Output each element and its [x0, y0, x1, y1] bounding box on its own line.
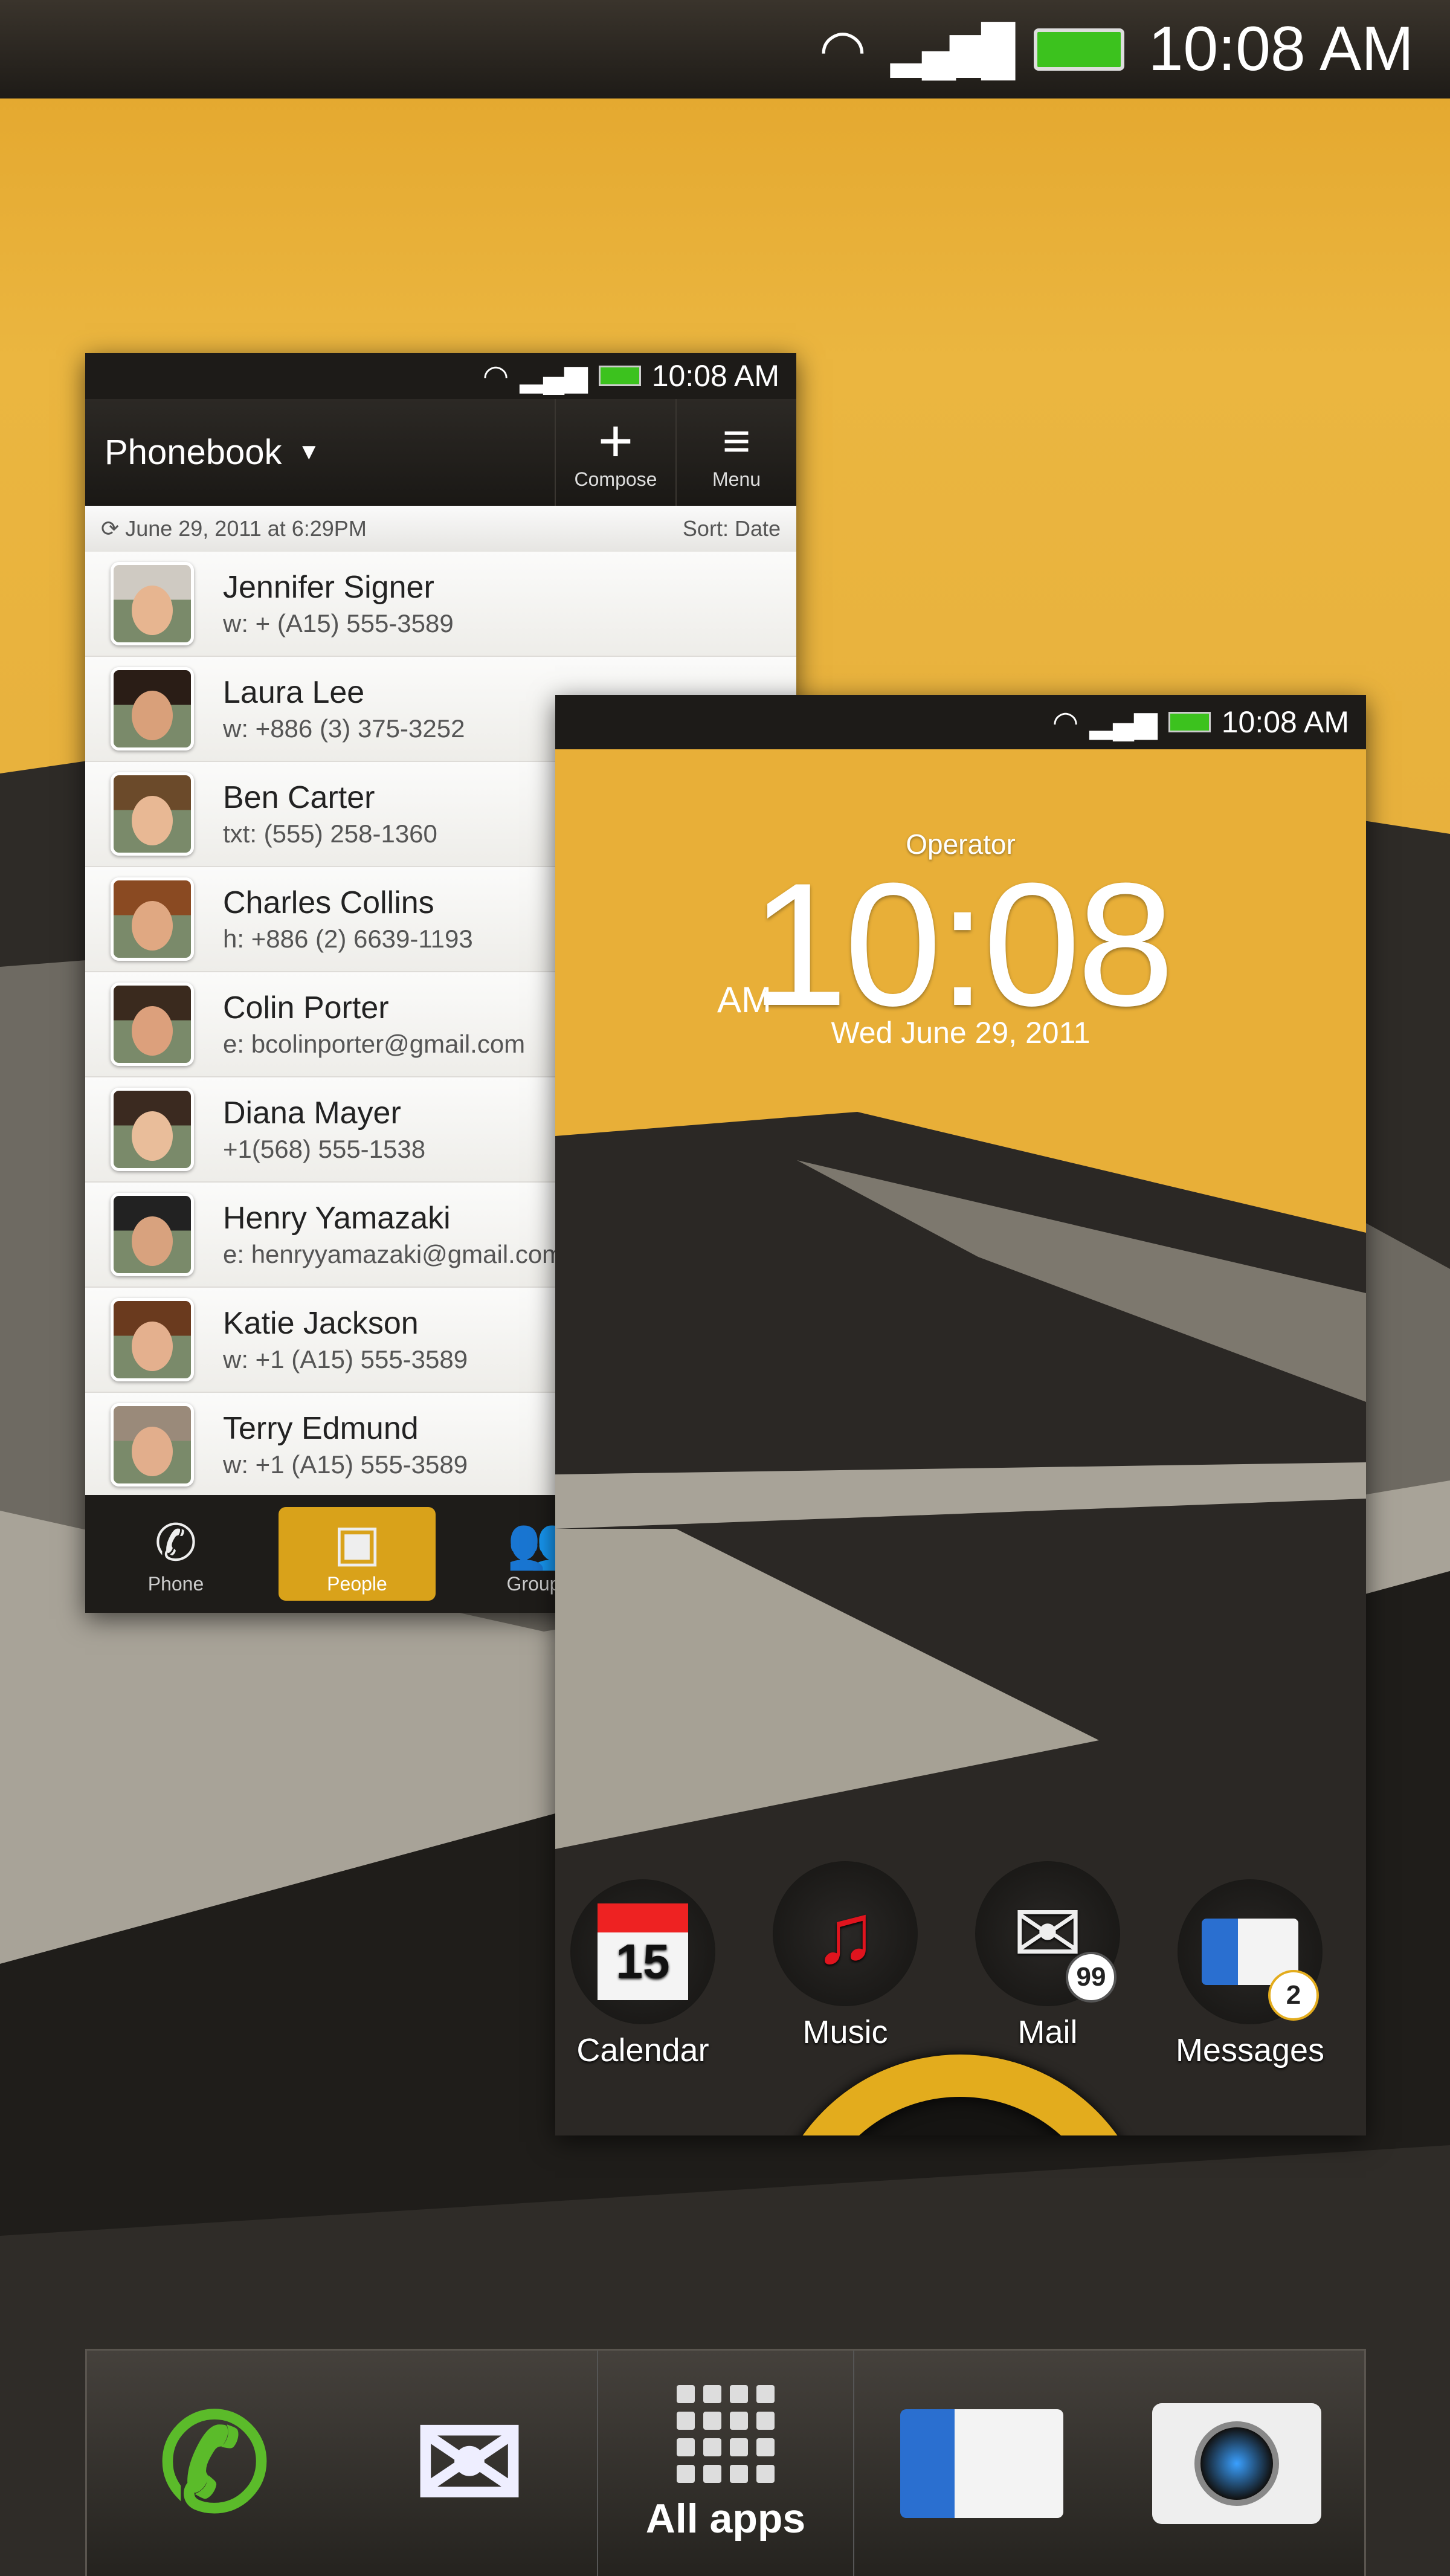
- compose-button[interactable]: + Compose: [555, 399, 675, 506]
- status-time: 10:08 AM: [1148, 14, 1414, 84]
- card-status-time: 10:08 AM: [651, 359, 779, 393]
- plus-icon: +: [598, 407, 634, 475]
- app-messages[interactable]: 2 Messages: [1159, 1879, 1341, 2069]
- dock-messages[interactable]: [854, 2351, 1109, 2576]
- tab-people[interactable]: ▣ People: [279, 1507, 436, 1601]
- app-label: Calendar: [576, 2032, 709, 2068]
- lock-clock: 10:08: [750, 847, 1174, 1042]
- contact-name: Charles Collins: [223, 885, 434, 920]
- menu-button[interactable]: ≡ Menu: [675, 399, 796, 506]
- tab-phone[interactable]: ✆ Phone: [85, 1507, 266, 1601]
- sync-icon[interactable]: ⟳: [101, 516, 119, 541]
- status-bar: ◠ ▂▄▆█ 10:08 AM: [0, 0, 1450, 98]
- battery-icon: [1033, 28, 1124, 71]
- contact-name: Terry Edmund: [223, 1411, 419, 1446]
- contact-detail: txt: (555) 258-1360: [223, 819, 437, 848]
- avatar: [111, 877, 194, 961]
- all-apps-label: All apps: [645, 2495, 806, 2542]
- avatar: [111, 1193, 194, 1276]
- dock-mail[interactable]: ✉: [342, 2351, 597, 2576]
- lockscreen-card[interactable]: ◠ ▂▄▆ 10:08 AM Operator 10:08 AM Wed Jun…: [555, 695, 1366, 2135]
- signal-icon: ▂▄▆█: [891, 22, 1015, 76]
- app-label: Mail: [1017, 2014, 1078, 2050]
- lock-date: Wed June 29, 2011: [831, 1016, 1091, 1050]
- battery-icon: [598, 366, 641, 386]
- app-label: Music: [802, 2014, 888, 2050]
- contact-detail: w: + (A15) 555-3589: [223, 609, 454, 638]
- contact-detail: e: bcolinporter@gmail.com: [223, 1030, 526, 1058]
- app-music[interactable]: ♫ Music: [755, 1861, 936, 2051]
- chevron-down-icon: ▼: [297, 439, 321, 465]
- signal-icon: ▂▄▆: [1089, 705, 1158, 739]
- contact-name: Colin Porter: [223, 990, 389, 1025]
- contact-detail: w: +1 (A15) 555-3589: [223, 1345, 468, 1374]
- messages-icon: [900, 2409, 1063, 2518]
- signal-icon: ▂▄▆: [520, 359, 588, 393]
- tab-label: People: [327, 1573, 387, 1595]
- contact-name: Henry Yamazaki: [223, 1201, 451, 1236]
- tab-label: Phone: [147, 1573, 204, 1595]
- contact-name: Ben Carter: [223, 780, 375, 815]
- music-note-icon: ♫: [813, 1886, 877, 1981]
- dock-camera[interactable]: [1109, 2351, 1364, 2576]
- lock-ampm: AM: [717, 980, 772, 1020]
- mail-badge: 99: [1066, 1952, 1116, 2003]
- contact-detail: e: henryyamazaki@gmail.com: [223, 1240, 564, 1268]
- avatar: [111, 562, 194, 645]
- phone-icon: ✆: [158, 2389, 271, 2538]
- sync-bar: ⟳ June 29, 2011 at 6:29PM Sort: Date: [85, 506, 796, 552]
- contact-name: Diana Mayer: [223, 1096, 401, 1131]
- contact-name: Laura Lee: [223, 675, 365, 710]
- dock-all-apps[interactable]: All apps: [597, 2351, 854, 2576]
- mail-icon: ✉: [413, 2389, 526, 2538]
- contact-detail: +1(568) 555-1538: [223, 1135, 426, 1163]
- camera-icon: [1152, 2403, 1321, 2524]
- phone-icon: ✆: [154, 1514, 198, 1571]
- page-title: Phonebook: [105, 433, 282, 472]
- wifi-icon: ◠: [1052, 705, 1079, 739]
- phonebook-header: Phonebook ▼ + Compose ≡ Menu: [85, 399, 796, 506]
- app-calendar[interactable]: 15 Calendar: [555, 1879, 733, 2069]
- menu-label: Menu: [712, 468, 761, 490]
- contact-detail: h: +886 (2) 6639-1193: [223, 925, 473, 953]
- avatar: [111, 983, 194, 1066]
- sync-time: June 29, 2011 at 6:29PM: [125, 516, 367, 541]
- compose-label: Compose: [574, 468, 657, 490]
- messages-badge: 2: [1268, 1970, 1319, 2021]
- sort-button[interactable]: Sort: Date: [683, 516, 781, 541]
- dock: ✆ ✉ All apps: [85, 2349, 1366, 2576]
- dock-phone[interactable]: ✆: [87, 2351, 342, 2576]
- contact-detail: w: +1 (A15) 555-3589: [223, 1450, 468, 1479]
- battery-icon: [1168, 712, 1211, 732]
- avatar: [111, 1088, 194, 1171]
- app-mail[interactable]: ✉ 99 Mail: [957, 1861, 1138, 2051]
- wifi-icon: ◠: [819, 19, 867, 80]
- menu-icon: ≡: [722, 414, 751, 468]
- card-status-bar: ◠ ▂▄▆ 10:08 AM: [555, 695, 1366, 749]
- avatar: [111, 1298, 194, 1381]
- contact-row[interactable]: Jennifer Signer w: + (A15) 555-3589: [85, 552, 796, 657]
- avatar: [111, 1403, 194, 1487]
- phonebook-title-dropdown[interactable]: Phonebook ▼: [85, 432, 555, 473]
- avatar: [111, 667, 194, 751]
- contact-name: Katie Jackson: [223, 1306, 419, 1341]
- calendar-icon: 15: [598, 1903, 688, 2000]
- app-label: Messages: [1175, 2032, 1325, 2068]
- avatar: [111, 772, 194, 856]
- lockscreen-wallpaper: Operator 10:08 AM Wed June 29, 2011 15 C…: [555, 749, 1366, 2135]
- wifi-icon: ◠: [482, 359, 509, 393]
- all-apps-icon: [677, 2384, 775, 2483]
- people-icon: ▣: [333, 1514, 381, 1571]
- contact-name: Jennifer Signer: [223, 570, 434, 605]
- card-status-time: 10:08 AM: [1221, 705, 1349, 739]
- card-status-bar: ◠ ▂▄▆ 10:08 AM: [85, 353, 796, 399]
- contact-detail: w: +886 (3) 375-3252: [223, 714, 465, 743]
